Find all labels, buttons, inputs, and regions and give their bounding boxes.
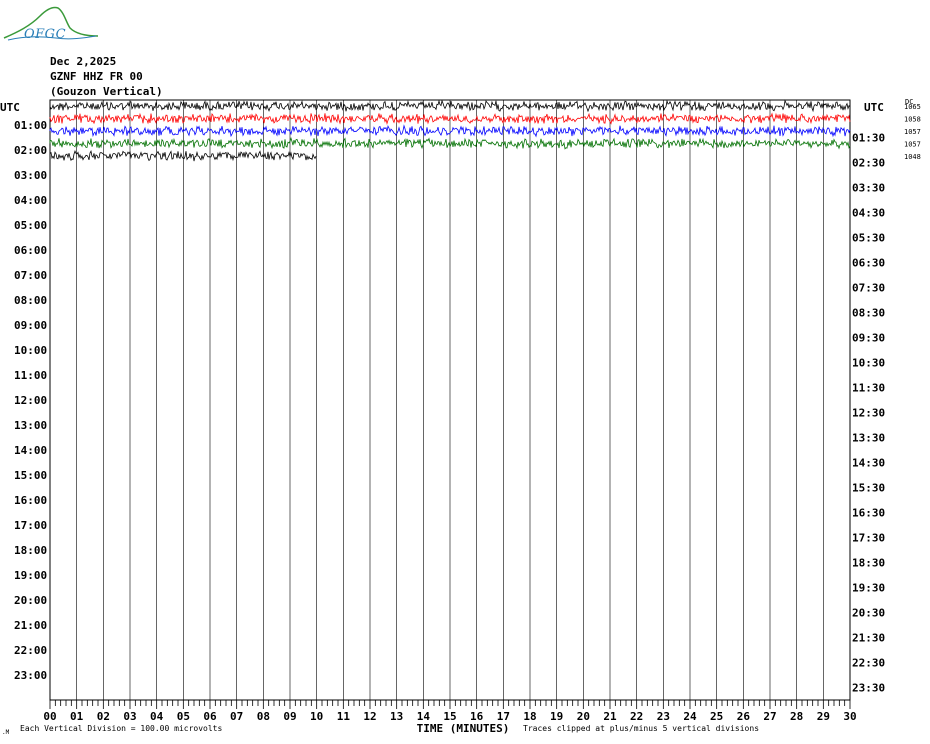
left-time-label: 07:00: [14, 269, 47, 282]
x-tick-label: 02: [97, 710, 110, 723]
left-time-label: 18:00: [14, 544, 47, 557]
x-tick-label: 28: [790, 710, 803, 723]
left-time-label: 16:00: [14, 494, 47, 507]
x-tick-label: 21: [603, 710, 617, 723]
vertical-division-note: Each Vertical Division = 100.00 microvol…: [20, 724, 223, 733]
left-time-label: 14:00: [14, 444, 47, 457]
x-tick-label: 19: [550, 710, 563, 723]
x-tick-label: 23: [657, 710, 670, 723]
x-tick-label: 30: [843, 710, 856, 723]
left-time-label: 10:00: [14, 344, 47, 357]
seismic-trace: [49, 150, 317, 162]
right-time-label: 14:30: [852, 457, 885, 470]
right-axis-title: UTC: [864, 101, 884, 114]
right-time-label: 06:30: [852, 257, 885, 270]
left-time-label: 06:00: [14, 244, 47, 257]
right-time-label: 17:30: [852, 532, 885, 545]
right-time-label: 18:30: [852, 557, 885, 570]
left-time-label: 04:00: [14, 194, 47, 207]
right-time-label: 22:30: [852, 657, 885, 670]
left-time-label: 11:00: [14, 369, 47, 382]
x-tick-label: 00: [43, 710, 56, 723]
left-time-label: 05:00: [14, 219, 47, 232]
right-time-label: 05:30: [852, 232, 885, 245]
right-time-label: 10:30: [852, 357, 885, 370]
clip-note: Traces clipped at plus/minus 5 vertical …: [523, 724, 760, 733]
x-tick-label: 13: [390, 710, 403, 723]
x-tick-label: 12: [363, 710, 376, 723]
right-time-label: 02:30: [852, 157, 885, 170]
dc-offset-value: 1057: [904, 128, 921, 136]
x-tick-label: 29: [817, 710, 830, 723]
left-time-label: 15:00: [14, 469, 47, 482]
x-tick-label: 01: [70, 710, 84, 723]
left-time-label: 20:00: [14, 594, 47, 607]
right-time-label: 04:30: [852, 207, 885, 220]
x-tick-label: 10: [310, 710, 323, 723]
x-tick-label: 11: [337, 710, 351, 723]
left-time-label: 23:00: [14, 669, 47, 682]
left-time-label: 21:00: [14, 619, 47, 632]
right-time-label: 03:30: [852, 182, 885, 195]
right-time-label: 16:30: [852, 507, 885, 520]
left-time-label: 12:00: [14, 394, 47, 407]
x-tick-label: 26: [737, 710, 751, 723]
x-tick-label: 08: [257, 710, 270, 723]
right-time-label: 21:30: [852, 632, 885, 645]
left-axis-title: UTC: [0, 101, 20, 114]
right-time-label: 08:30: [852, 307, 885, 320]
left-time-label: 09:00: [14, 319, 47, 332]
seismogram-page: OFGC Dec 2,2025 GZNF HHZ FR 00 (Gouzon V…: [0, 0, 930, 744]
left-time-label: 17:00: [14, 519, 47, 532]
right-time-label: 01:30: [852, 132, 885, 145]
x-tick-label: 25: [710, 710, 723, 723]
right-time-label: 20:30: [852, 607, 885, 620]
left-time-label: 08:00: [14, 294, 47, 307]
x-tick-label: 05: [177, 710, 190, 723]
x-tick-label: 03: [123, 710, 136, 723]
right-time-label: 07:30: [852, 282, 885, 295]
x-tick-label: 22: [630, 710, 643, 723]
dc-offset-value: 1065: [904, 103, 921, 111]
left-time-label: 13:00: [14, 419, 47, 432]
left-time-label: 19:00: [14, 569, 47, 582]
corner-mark: .M: [2, 729, 10, 736]
x-tick-label: 09: [283, 710, 296, 723]
left-time-label: 01:00: [14, 119, 47, 132]
dc-offset-value: 1058: [904, 116, 921, 124]
right-time-label: 09:30: [852, 332, 885, 345]
dc-offset-value: 1048: [904, 153, 921, 161]
right-time-label: 23:30: [852, 682, 885, 695]
right-time-label: 11:30: [852, 382, 885, 395]
left-time-label: 03:00: [14, 169, 47, 182]
left-time-label: 02:00: [14, 144, 47, 157]
dc-offset-value: 1057: [904, 141, 921, 149]
right-time-label: 13:30: [852, 432, 885, 445]
x-axis-title: TIME (MINUTES): [417, 722, 510, 735]
right-time-label: 12:30: [852, 407, 885, 420]
right-time-label: 15:30: [852, 482, 885, 495]
left-time-label: 22:00: [14, 644, 47, 657]
x-tick-label: 20: [577, 710, 590, 723]
x-tick-label: 04: [150, 710, 164, 723]
right-time-label: 19:30: [852, 582, 885, 595]
x-tick-label: 27: [763, 710, 776, 723]
helicorder-chart: 00 01 02 03 04 05 06 07 08 09 10 11 12 13 14 15 16 17 18 19…: [0, 98, 921, 735]
x-tick-label: 06: [203, 710, 217, 723]
x-tick-label: 07: [230, 710, 243, 723]
x-tick-label: 24: [683, 710, 697, 723]
x-tick-label: 18: [523, 710, 536, 723]
